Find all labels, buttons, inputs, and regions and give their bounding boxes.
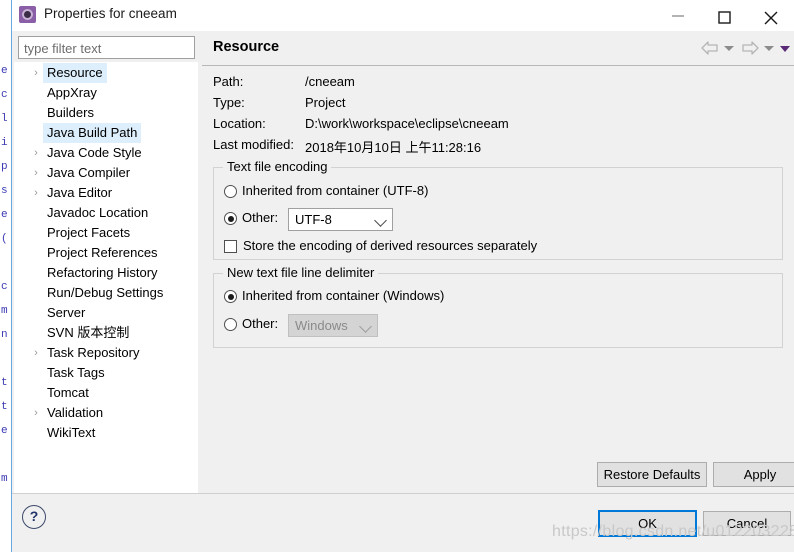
- back-history-chevron-down-icon[interactable]: [724, 46, 734, 51]
- minimize-button[interactable]: [656, 0, 702, 31]
- last-modified-label: Last modified:: [213, 137, 294, 152]
- tree-item-label: Tomcat: [47, 385, 89, 400]
- forward-arrow-icon[interactable]: [740, 40, 760, 61]
- delimiter-other-label: Other:: [242, 316, 279, 331]
- tree-item-task-repository[interactable]: › Task Repository: [15, 343, 197, 363]
- expand-chevron-right-icon[interactable]: ›: [30, 403, 42, 423]
- tree-item-builders[interactable]: Builders: [15, 103, 197, 123]
- forward-history-chevron-down-icon[interactable]: [764, 46, 774, 51]
- tree-item-label: Project References: [47, 245, 158, 260]
- expand-chevron-right-icon[interactable]: ›: [30, 183, 42, 203]
- filter-input[interactable]: type filter text: [18, 36, 195, 59]
- text-file-encoding-title: Text file encoding: [223, 159, 332, 174]
- tree-item-label: Java Editor: [47, 185, 113, 200]
- expand-chevron-right-icon[interactable]: ›: [30, 163, 42, 183]
- tree-item-label: Java Build Path: [43, 123, 142, 143]
- tree-item-tomcat[interactable]: Tomcat: [15, 383, 197, 403]
- properties-dialog: Properties for cneeam type filter text ›…: [11, 0, 794, 552]
- type-value: Project: [305, 95, 346, 110]
- tree-item-task-tags[interactable]: Task Tags: [15, 363, 197, 383]
- tree-item-label: Builders: [47, 105, 94, 120]
- page-title: Resource: [213, 39, 280, 55]
- last-modified-value: 2018年10月10日 上午11:28:16: [305, 140, 482, 155]
- type-label: Type:: [213, 95, 245, 110]
- store-derived-label: Store the encoding of derived resources …: [243, 238, 538, 253]
- path-value: /cneeam: [305, 74, 355, 89]
- ok-button[interactable]: OK: [598, 510, 697, 537]
- tree-item-java-editor[interactable]: › Java Editor: [15, 183, 197, 203]
- delimiter-inherited-radio[interactable]: [224, 290, 237, 303]
- encoding-combo-value: UTF-8: [295, 212, 332, 227]
- expand-chevron-right-icon[interactable]: ›: [30, 63, 42, 83]
- encoding-inherited-label: Inherited from container (UTF-8): [242, 183, 429, 198]
- tree-item-label: Java Compiler: [47, 165, 131, 180]
- cancel-button[interactable]: Cancel: [703, 511, 791, 536]
- tree-item-label: WikiText: [47, 425, 96, 440]
- encoding-combo[interactable]: UTF-8: [288, 208, 393, 231]
- encoding-other-radio[interactable]: [224, 212, 237, 225]
- delimiter-other-radio[interactable]: [224, 318, 237, 331]
- line-delimiter-group: New text file line delimiter Inherited f…: [213, 265, 783, 348]
- line-delimiter-title: New text file line delimiter: [223, 265, 379, 280]
- title-bar: Properties for cneeam: [12, 0, 794, 31]
- tree-item-label: Resource: [43, 63, 107, 83]
- tree-item-java-code-style[interactable]: › Java Code Style: [15, 143, 197, 163]
- restore-defaults-button[interactable]: Restore Defaults: [597, 462, 707, 487]
- tree-item-appxray[interactable]: AppXray: [15, 83, 197, 103]
- tree-item-label: Task Tags: [47, 365, 105, 380]
- text-file-encoding-group: Text file encoding Inherited from contai…: [213, 159, 783, 260]
- delimiter-inherited-label: Inherited from container (Windows): [242, 288, 445, 303]
- screen: e c l i p s e(c m n t t e m Properties for cneeam ty…: [0, 0, 794, 552]
- chevron-down-icon: [374, 214, 387, 227]
- window-title: Properties for cneeam: [44, 6, 177, 21]
- tree-item-run-debug-settings[interactable]: Run/Debug Settings: [15, 283, 197, 303]
- expand-chevron-right-icon[interactable]: ›: [30, 143, 42, 163]
- tree-item-label: Java Code Style: [47, 145, 142, 160]
- tree-item-label: Task Repository: [47, 345, 140, 360]
- tree-item-label: AppXray: [47, 85, 97, 100]
- tree-item-wikitext[interactable]: WikiText: [15, 423, 197, 443]
- resource-page: Path: /cneeam Type: Project Location: D:…: [202, 66, 794, 487]
- settings-tree[interactable]: › Resource AppXray Builders Java Build Path ›…: [14, 62, 198, 494]
- store-derived-checkbox[interactable]: [224, 240, 237, 253]
- encoding-inherited-radio[interactable]: [224, 185, 237, 198]
- tree-item-server[interactable]: Server: [15, 303, 197, 323]
- bottom-separator: [12, 493, 794, 494]
- tree-item-resource[interactable]: › Resource: [15, 63, 197, 83]
- tree-item-label: Javadoc Location: [47, 205, 149, 220]
- close-button[interactable]: [748, 0, 794, 31]
- page-header: Resource: [202, 32, 794, 66]
- back-arrow-icon[interactable]: [700, 40, 720, 61]
- tree-item-project-references[interactable]: Project References: [15, 243, 197, 263]
- tree-item-project-facets[interactable]: Project Facets: [15, 223, 197, 243]
- delimiter-combo: Windows: [288, 314, 378, 337]
- tree-item-refactoring-history[interactable]: Refactoring History: [15, 263, 197, 283]
- encoding-other-label: Other:: [242, 210, 279, 225]
- apply-button[interactable]: Apply: [713, 462, 794, 487]
- tree-item-label: Server: [47, 305, 86, 320]
- tree-item-label: Run/Debug Settings: [47, 285, 164, 300]
- path-label: Path:: [213, 74, 244, 89]
- delimiter-combo-value: Windows: [295, 318, 348, 333]
- maximize-button[interactable]: [702, 0, 748, 31]
- tree-item-validation[interactable]: › Validation: [15, 403, 197, 423]
- tree-item-label: SVN 版本控制: [47, 325, 130, 340]
- chevron-down-icon: [359, 320, 372, 333]
- view-menu-caret-icon[interactable]: [780, 46, 790, 52]
- tree-item-label: Project Facets: [47, 225, 131, 240]
- tree-item-svn[interactable]: SVN 版本控制: [15, 323, 197, 343]
- tree-item-javadoc-location[interactable]: Javadoc Location: [15, 203, 197, 223]
- location-value: D:\work\workspace\eclipse\cneeam: [305, 116, 509, 131]
- tree-item-java-compiler[interactable]: › Java Compiler: [15, 163, 197, 183]
- tree-item-label: Validation: [47, 405, 104, 420]
- expand-chevron-right-icon[interactable]: ›: [30, 343, 42, 363]
- help-icon[interactable]: ?: [22, 505, 46, 529]
- tree-item-label: Refactoring History: [47, 265, 158, 280]
- properties-icon: [19, 6, 36, 23]
- location-label: Location:: [213, 116, 266, 131]
- tree-item-java-build-path[interactable]: Java Build Path: [15, 123, 197, 143]
